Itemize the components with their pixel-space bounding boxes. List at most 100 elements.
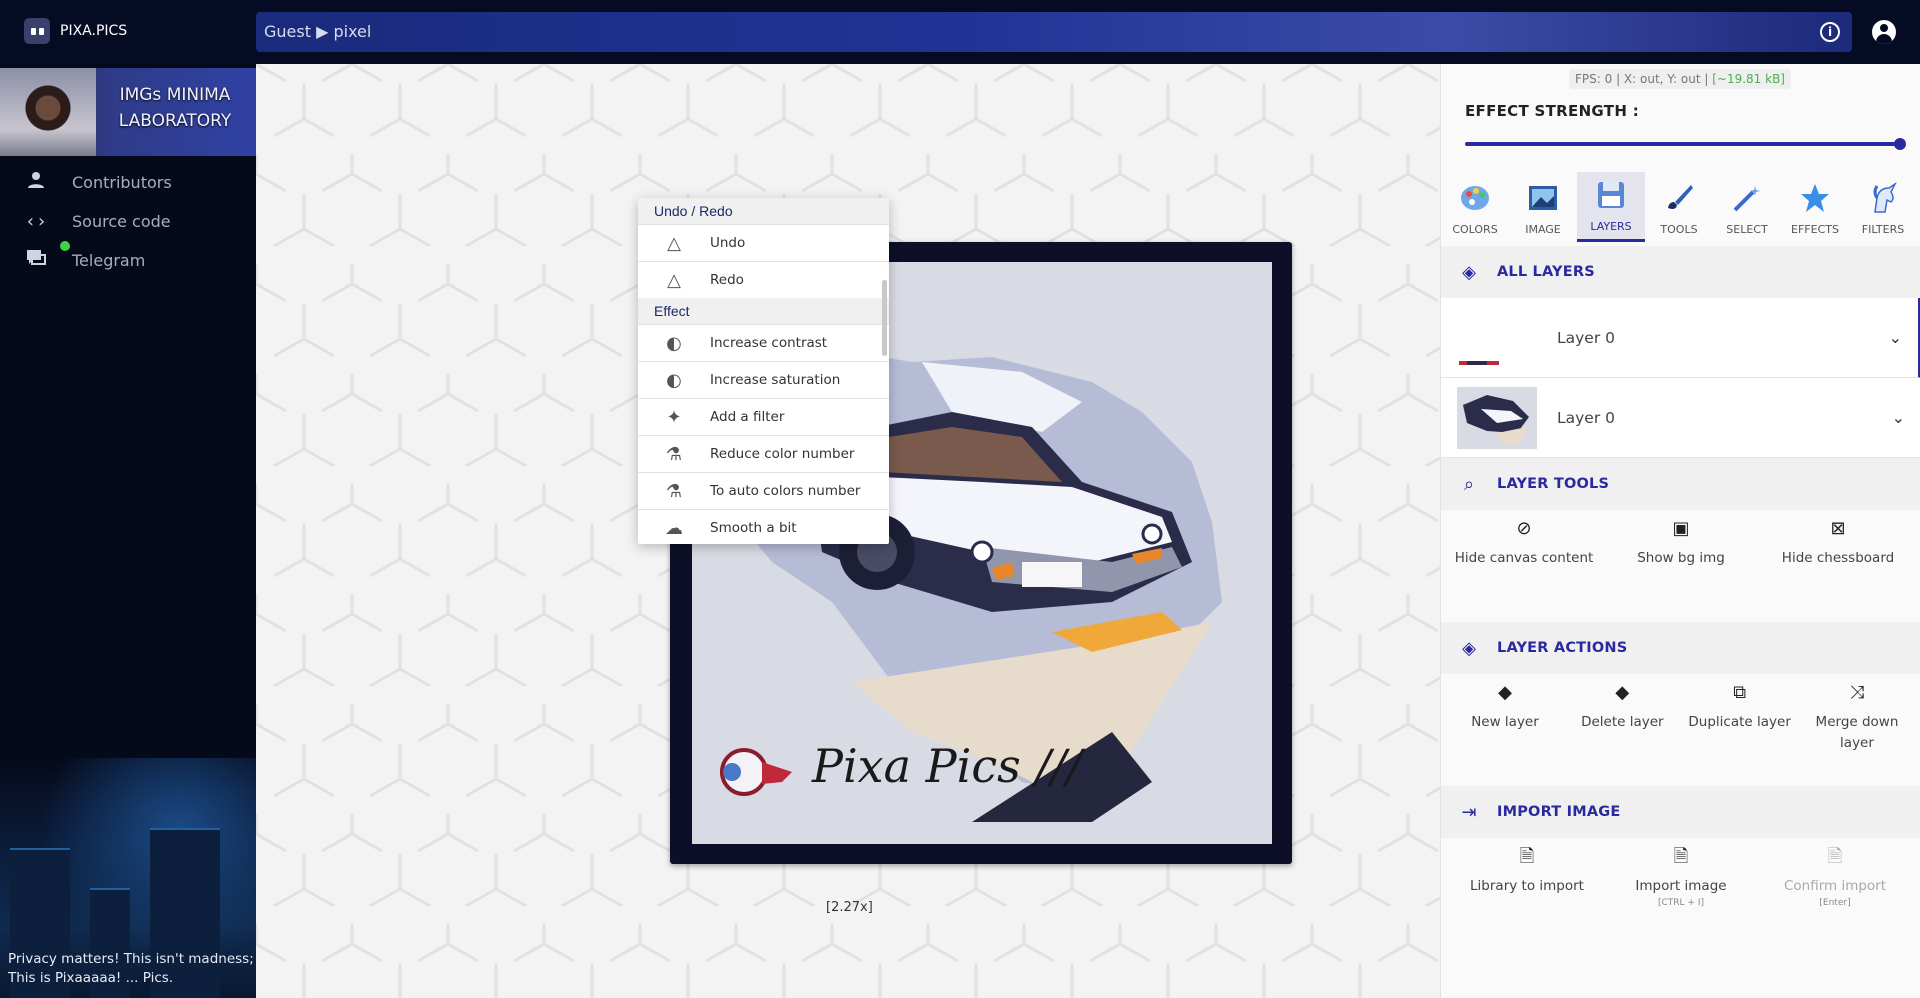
menu-item-label: Increase contrast bbox=[710, 335, 828, 351]
lab-banner[interactable]: IMGs MINIMA LABORATORY bbox=[0, 68, 256, 156]
menu-item-label: Reduce color number bbox=[710, 446, 855, 462]
app-logo[interactable]: PIXA.PICS bbox=[24, 18, 127, 44]
triangle-icon: △ bbox=[667, 269, 681, 291]
tool-label: New layer bbox=[1471, 714, 1539, 730]
info-icon[interactable]: i bbox=[1820, 22, 1840, 42]
triangle-icon: △ bbox=[667, 232, 681, 254]
confirm-import-button[interactable]: 🗎 Confirm import [Enter] bbox=[1765, 844, 1905, 909]
logo-icon bbox=[24, 18, 50, 44]
delete-layer-button[interactable]: ◆ Delete layer bbox=[1566, 680, 1678, 754]
image-icon bbox=[1526, 181, 1560, 215]
menu-item-label: Smooth a bit bbox=[710, 520, 797, 536]
tool-label: Hide chessboard bbox=[1781, 550, 1895, 566]
all-layers-header[interactable]: ◈ ALL LAYERS bbox=[1441, 246, 1920, 298]
layer-tools-row: ⊘ Hide canvas content ▣ Show bg img ⊠ Hi… bbox=[1441, 516, 1920, 569]
duplicate-layer-button[interactable]: ⧉ Duplicate layer bbox=[1684, 680, 1796, 754]
shortcut-hint: [CTRL + I] bbox=[1658, 898, 1704, 908]
slider-knob[interactable] bbox=[1894, 138, 1906, 150]
tab-colors[interactable]: COLORS bbox=[1441, 172, 1509, 242]
menu-section-title: Undo / Redo bbox=[638, 198, 889, 224]
lab-portrait-image bbox=[0, 68, 96, 156]
menu-item-undo[interactable]: △ Undo bbox=[638, 224, 889, 261]
canvas-signature-text: Pixa Pics /// bbox=[811, 739, 1086, 793]
panel-tabs: COLORS IMAGE LAYERS TOOLS SELECT EFFECTS… bbox=[1441, 172, 1920, 242]
layer-name: Layer 0 bbox=[1557, 408, 1616, 427]
sidebar-item-label: Source code bbox=[72, 211, 171, 231]
menu-scrollbar[interactable] bbox=[882, 280, 887, 356]
unicorn-icon bbox=[1866, 181, 1900, 215]
chevron-down-icon[interactable]: ⌄ bbox=[1892, 408, 1905, 427]
tab-layers[interactable]: LAYERS bbox=[1577, 172, 1645, 242]
image-frame-icon: ▣ bbox=[1672, 517, 1690, 539]
wand-icon bbox=[1730, 181, 1764, 215]
section-title: IMPORT IMAGE bbox=[1497, 804, 1621, 820]
menu-item-auto-colors-number[interactable]: ⚗ To auto colors number bbox=[638, 472, 889, 509]
tab-label: LAYERS bbox=[1590, 220, 1632, 233]
sidebar-item-telegram[interactable]: Telegram bbox=[0, 240, 256, 280]
import-icon: ⇥ bbox=[1461, 801, 1477, 823]
section-title: LAYER TOOLS bbox=[1497, 476, 1610, 492]
tab-filters[interactable]: FILTERS bbox=[1849, 172, 1917, 242]
context-menu: Undo / Redo △ Undo △ Redo Effect ◐ Incre… bbox=[638, 198, 889, 544]
menu-item-label: To auto colors number bbox=[710, 483, 861, 499]
effect-strength-slider[interactable] bbox=[1465, 138, 1906, 150]
show-bg-img-button[interactable]: ▣ Show bg img bbox=[1606, 516, 1756, 569]
layer-actions-header[interactable]: ◈ LAYER ACTIONS bbox=[1441, 622, 1920, 674]
layers-icon: ◈ bbox=[1462, 261, 1476, 283]
menu-item-label: Add a filter bbox=[710, 409, 785, 425]
sparkles-icon: ✦ bbox=[666, 406, 682, 428]
menu-item-smooth[interactable]: ☁ Smooth a bit bbox=[638, 509, 889, 544]
menu-item-increase-saturation[interactable]: ◐ Increase saturation bbox=[638, 361, 889, 398]
sidebar-item-label: Contributors bbox=[72, 172, 172, 192]
app-name: PIXA.PICS bbox=[60, 23, 128, 39]
tab-label: IMAGE bbox=[1525, 223, 1561, 236]
hide-canvas-content-button[interactable]: ⊘ Hide canvas content bbox=[1449, 516, 1599, 569]
file-size: [~19.81 kB] bbox=[1712, 72, 1785, 86]
sidebar-item-contributors[interactable]: Contributors bbox=[0, 162, 256, 202]
layer-thumbnail bbox=[1457, 386, 1537, 449]
tab-select[interactable]: SELECT bbox=[1713, 172, 1781, 242]
sidebar-item-source-code[interactable]: ‹› Source code bbox=[0, 201, 256, 241]
canvas-workspace[interactable]: Pixa Pics /// [2.27x] Undo / Redo △ Undo… bbox=[256, 64, 1440, 998]
chevron-down-icon[interactable]: ⌄ bbox=[1889, 328, 1902, 347]
import-image-header[interactable]: ⇥ IMPORT IMAGE bbox=[1441, 786, 1920, 838]
menu-item-add-filter[interactable]: ✦ Add a filter bbox=[638, 398, 889, 435]
layer-row[interactable]: Layer 0 ⌄ bbox=[1441, 298, 1920, 378]
layer-name: Layer 0 bbox=[1557, 328, 1616, 347]
tab-image[interactable]: IMAGE bbox=[1509, 172, 1577, 242]
sidebar: IMGs MINIMA LABORATORY Contributors ‹› S… bbox=[0, 64, 256, 998]
layers-off-icon: ⊘ bbox=[1516, 517, 1532, 539]
fps-text: FPS: 0 | X: out, Y: out | bbox=[1575, 72, 1709, 86]
floppy-icon bbox=[1594, 178, 1628, 212]
fps-readout: FPS: 0 | X: out, Y: out | [~19.81 kB] bbox=[1569, 69, 1791, 89]
layer-actions-row: ◆ New layer ◆ Delete layer ⧉ Duplicate l… bbox=[1441, 680, 1920, 754]
layer-plus-icon: ◆ bbox=[1498, 681, 1512, 703]
tab-tools[interactable]: TOOLS bbox=[1645, 172, 1713, 242]
menu-item-increase-contrast[interactable]: ◐ Increase contrast bbox=[638, 324, 889, 361]
contrast-icon: ◐ bbox=[666, 332, 682, 354]
tool-label: Import image bbox=[1635, 878, 1727, 894]
menu-item-redo[interactable]: △ Redo bbox=[638, 261, 889, 298]
palette-icon bbox=[1458, 181, 1492, 215]
new-layer-button[interactable]: ◆ New layer bbox=[1449, 680, 1561, 754]
breadcrumb-text: Guest ▶ pixel bbox=[264, 22, 372, 41]
account-icon[interactable] bbox=[1872, 20, 1896, 44]
hide-chessboard-button[interactable]: ⊠ Hide chessboard bbox=[1763, 516, 1913, 569]
section-title: ALL LAYERS bbox=[1497, 264, 1595, 280]
star-icon bbox=[1798, 181, 1832, 215]
shortcut-hint: [Enter] bbox=[1819, 898, 1851, 908]
menu-item-reduce-color-number[interactable]: ⚗ Reduce color number bbox=[638, 435, 889, 472]
tab-effects[interactable]: EFFECTS bbox=[1781, 172, 1849, 242]
tool-label: Duplicate layer bbox=[1688, 714, 1791, 730]
layer-tools-header[interactable]: ⌕ LAYER TOOLS bbox=[1441, 458, 1920, 510]
sidebar-item-label: Telegram bbox=[72, 250, 146, 270]
import-image-button[interactable]: 🗎 Import image [CTRL + I] bbox=[1631, 844, 1731, 909]
duplicate-icon: ⧉ bbox=[1733, 681, 1747, 703]
chat-icon bbox=[0, 240, 72, 272]
merge-down-layer-button[interactable]: ⤨ Merge down layer bbox=[1801, 680, 1913, 754]
library-to-import-button[interactable]: 🗎 Library to import bbox=[1457, 844, 1597, 909]
menu-item-label: Redo bbox=[710, 272, 744, 288]
flask-icon: ⚗ bbox=[665, 480, 683, 502]
layer-row[interactable]: Layer 0 ⌄ bbox=[1441, 378, 1920, 458]
tab-label: TOOLS bbox=[1660, 223, 1698, 236]
